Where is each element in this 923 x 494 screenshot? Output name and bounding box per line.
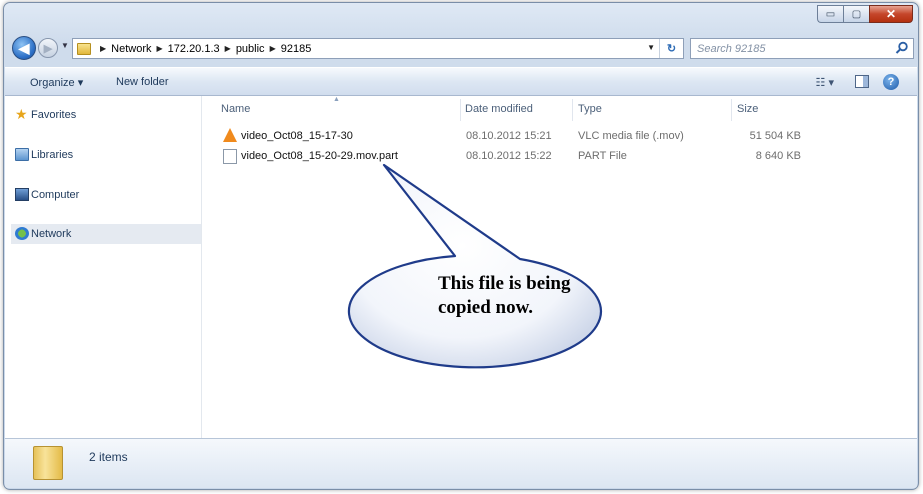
main-panes: ★ Favorites Libraries Computer Network N…	[5, 96, 917, 440]
search-placeholder: Search 92185	[697, 42, 766, 55]
folder-icon	[77, 42, 91, 55]
sort-ascending-icon: ▲	[333, 96, 340, 103]
column-divider[interactable]	[731, 99, 732, 121]
navigation-bar: ◀ ▶ ▼ ▶ Network ▶ 172.20.1.3 ▶ public ▶ …	[10, 35, 914, 63]
breadcrumb-chevron-icon[interactable]: ▶	[100, 44, 106, 53]
callout-text: This file is being copied now.	[438, 273, 571, 318]
nav-item-label: Network	[31, 228, 72, 240]
column-divider[interactable]	[572, 99, 573, 121]
breadcrumb-current-folder[interactable]: 92185	[281, 43, 312, 55]
nav-item-favorites[interactable]: ★ Favorites	[11, 105, 201, 125]
nav-item-computer[interactable]: Computer	[11, 185, 201, 205]
vlc-icon	[223, 128, 237, 142]
nav-item-libraries[interactable]: Libraries	[11, 145, 201, 165]
preview-pane-icon[interactable]	[855, 75, 869, 88]
network-icon	[15, 227, 29, 240]
breadcrumb-chevron-icon[interactable]: ▶	[270, 44, 276, 53]
folder-icon	[33, 446, 63, 480]
file-list: Name ▲ Date modified Type Size video_Oct…	[203, 96, 917, 440]
help-icon[interactable]: ?	[883, 74, 899, 90]
forward-arrow-icon[interactable]: ▶	[38, 38, 58, 58]
search-icon[interactable]	[895, 41, 909, 55]
nav-item-label: Libraries	[31, 149, 74, 161]
column-header-type[interactable]: Type	[578, 103, 602, 115]
file-size: 8 640 KB	[755, 150, 801, 162]
change-view-button[interactable]: ☷ ▾	[816, 76, 834, 89]
nav-item-label: Computer	[31, 189, 80, 201]
file-name: video_Oct08_15-20-29.mov.part	[241, 150, 398, 162]
file-date: 08.10.2012 15:22	[466, 150, 552, 162]
column-header-size[interactable]: Size	[737, 103, 758, 115]
nav-item-network[interactable]: Network	[11, 224, 201, 244]
libraries-icon	[15, 148, 29, 161]
address-bar[interactable]: ▶ Network ▶ 172.20.1.3 ▶ public ▶ 92185 …	[72, 38, 684, 59]
column-divider[interactable]	[460, 99, 461, 121]
maximize-button[interactable]: ▢	[843, 5, 869, 23]
refresh-icon[interactable]: ↻	[659, 39, 683, 58]
column-header-name[interactable]: Name	[221, 103, 250, 115]
breadcrumb-host[interactable]: 172.20.1.3	[168, 43, 220, 55]
file-row[interactable]: video_Oct08_15-17-30 08.10.2012 15:21 VL…	[219, 127, 803, 147]
back-arrow-icon[interactable]: ◀	[12, 36, 36, 60]
item-count: 2 items	[89, 450, 128, 464]
file-type: PART File	[578, 150, 627, 162]
star-icon: ★	[15, 106, 28, 122]
breadcrumb-network[interactable]: Network	[111, 43, 151, 55]
command-bar: Organize ▾ New folder ☷ ▾ ?	[5, 67, 917, 96]
explorer-window: ▭ ▢ ✕ ◀ ▶ ▼ ▶ Network ▶ 172.20.1.3 ▶ pub…	[3, 2, 919, 490]
document-icon	[223, 149, 237, 164]
minimize-button[interactable]: ▭	[817, 5, 843, 23]
search-input[interactable]: Search 92185	[690, 38, 914, 59]
column-header-date-modified[interactable]: Date modified	[465, 103, 533, 115]
details-pane: 2 items	[5, 438, 917, 488]
file-date: 08.10.2012 15:21	[466, 130, 552, 142]
nav-item-label: Favorites	[31, 109, 77, 121]
breadcrumb-public[interactable]: public	[236, 43, 265, 55]
file-row[interactable]: video_Oct08_15-20-29.mov.part 08.10.2012…	[219, 147, 803, 167]
close-button[interactable]: ✕	[869, 5, 913, 23]
navigation-pane: ★ Favorites Libraries Computer Network	[5, 96, 202, 440]
new-folder-button[interactable]: New folder	[116, 76, 169, 88]
computer-icon	[15, 188, 29, 201]
file-size: 51 504 KB	[749, 130, 801, 142]
breadcrumb-chevron-icon[interactable]: ▶	[157, 44, 163, 53]
breadcrumb-chevron-icon[interactable]: ▶	[225, 44, 231, 53]
address-dropdown-icon[interactable]: ▼	[647, 43, 655, 52]
file-type: VLC media file (.mov)	[578, 130, 684, 142]
recent-pages-dropdown-icon[interactable]: ▼	[61, 41, 69, 50]
file-name: video_Oct08_15-17-30	[241, 130, 353, 142]
organize-button[interactable]: Organize ▾	[30, 76, 83, 89]
caption-buttons: ▭ ▢ ✕	[817, 5, 913, 23]
